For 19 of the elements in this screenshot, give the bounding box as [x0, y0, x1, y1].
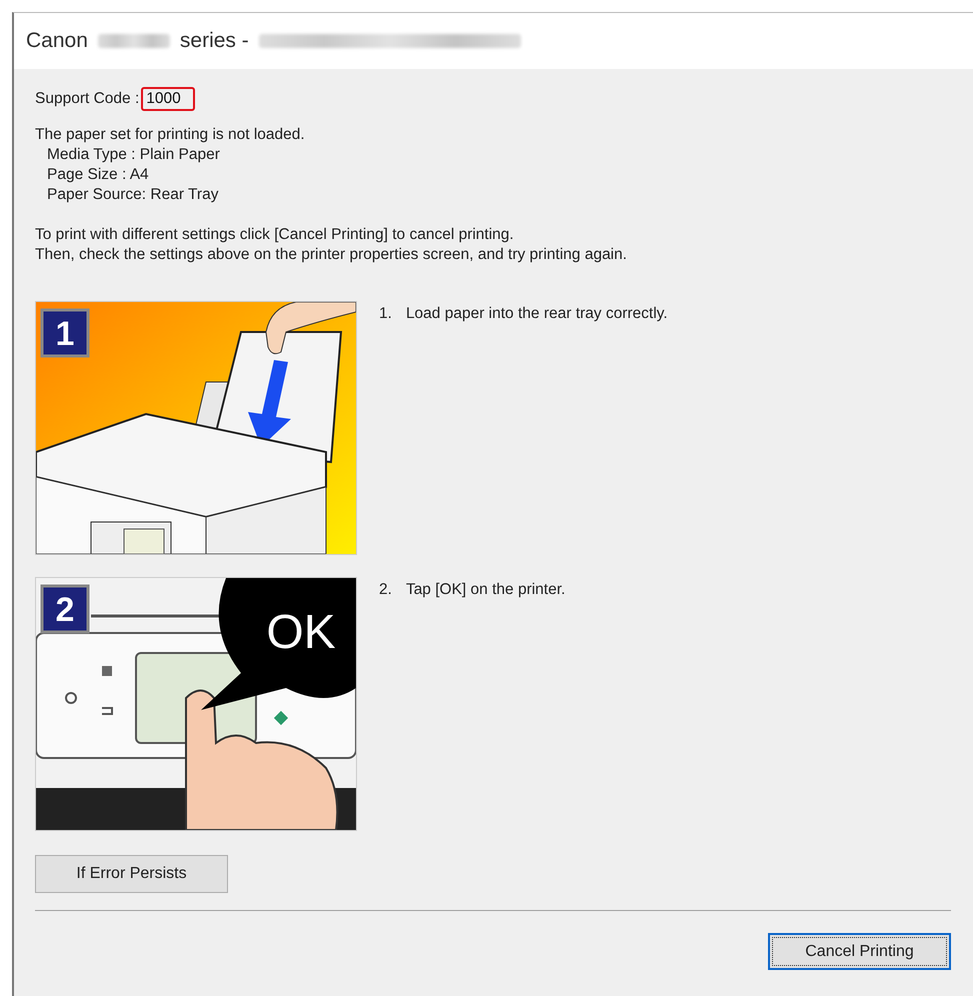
message-line: Paper Source: Rear Tray — [46, 185, 220, 205]
step-text: Load paper into the rear tray correctly. — [406, 305, 668, 323]
instruction-line: To print with different settings click [Cancel Printing] to cancel printing. — [35, 225, 515, 245]
step-number: 1. — [379, 305, 392, 323]
cancel-printing-button[interactable]: Cancel Printing — [768, 933, 951, 970]
number-badge: 1 — [40, 308, 90, 358]
instruction-line: Then, check the settings above on the printer properties screen, and try printing again. — [35, 245, 628, 265]
support-code-label: Support Code : — [35, 90, 140, 108]
message-line: The paper set for printing is not loaded. — [35, 125, 306, 145]
if-error-persists-button[interactable]: If Error Persists — [35, 855, 228, 893]
message-line: Media Type : Plain Paper — [46, 145, 221, 165]
message-line: Page Size : A4 — [46, 165, 150, 185]
window-title: Canon — [26, 29, 88, 53]
step-text: Tap [OK] on the printer. — [406, 581, 566, 599]
support-code: 1000 — [141, 87, 195, 111]
step-number: 2. — [379, 581, 392, 599]
number-badge: 2 — [40, 584, 90, 634]
window-title: series - — [180, 29, 249, 53]
ok-label: OK — [266, 606, 336, 659]
